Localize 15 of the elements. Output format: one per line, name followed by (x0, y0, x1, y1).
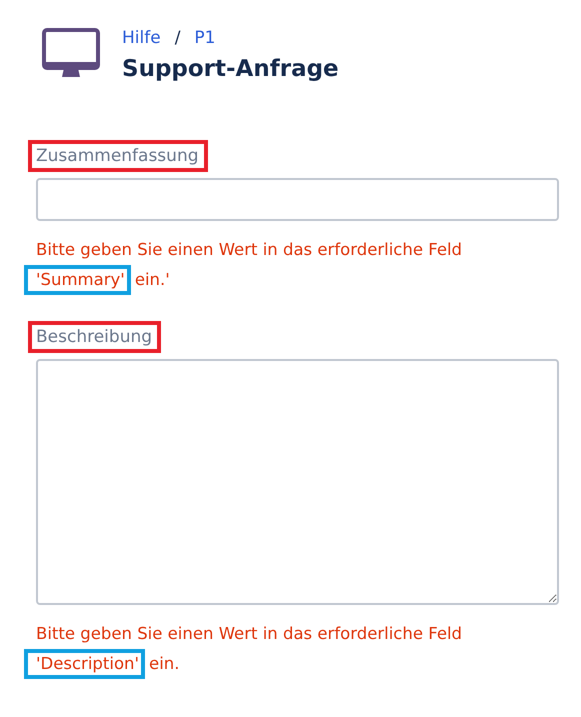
breadcrumb-separator: / (174, 28, 180, 48)
description-field[interactable] (36, 359, 559, 605)
page-title: Support-Anfrage (122, 56, 339, 82)
error-message: Bitte geben Sie einen Wert in das erforderliche Feld (36, 240, 462, 259)
error-message: Bitte geben Sie einen Wert in das erforderliche Feld (36, 624, 462, 643)
highlighted-field-name: 'Summary' (24, 265, 131, 295)
monitor-icon (42, 28, 100, 80)
highlighted-field-name: 'Description' (24, 649, 146, 679)
error-message: ein. (149, 654, 180, 673)
summary-field[interactable] (36, 178, 559, 221)
breadcrumb-link[interactable]: P1 (194, 28, 216, 48)
breadcrumb-link[interactable]: Hilfe (122, 28, 161, 48)
field-label: Zusammenfassung (28, 140, 208, 172)
error-message: ein.' (134, 270, 170, 289)
field-label: Beschreibung (28, 321, 162, 353)
